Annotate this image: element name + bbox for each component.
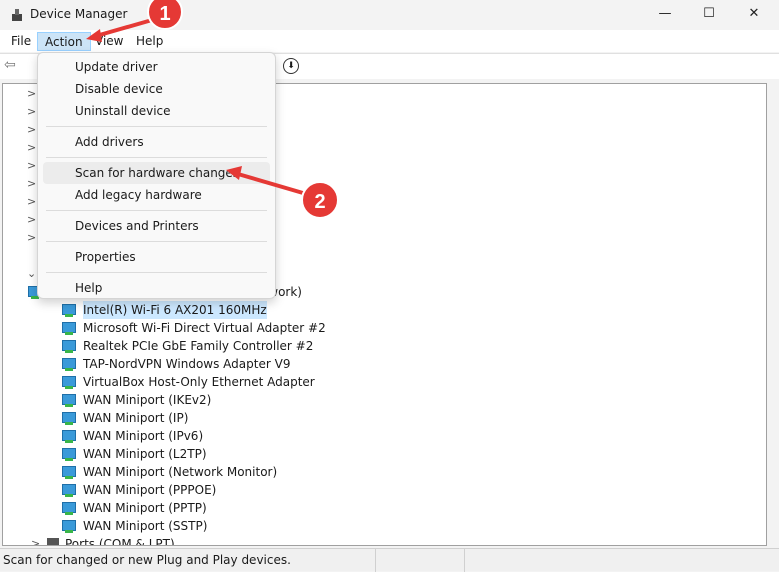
annotation-overlay: 1 2 <box>86 0 339 219</box>
step-1-label: 1 <box>159 3 170 25</box>
annotation-arrow-1 <box>95 18 153 38</box>
annotation-arrowhead-2 <box>226 166 242 180</box>
annotation-arrow-2 <box>237 172 304 195</box>
step-2-label: 2 <box>314 191 325 213</box>
annotation-arrowhead-1 <box>86 29 102 42</box>
